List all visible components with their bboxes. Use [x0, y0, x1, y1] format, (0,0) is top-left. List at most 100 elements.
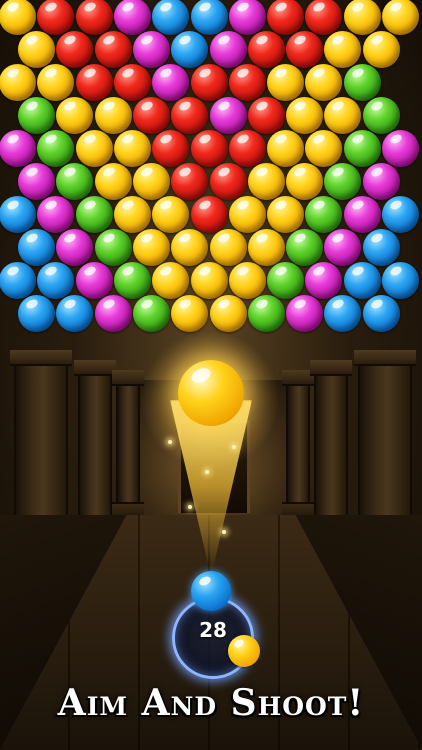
bubble: [190, 196, 228, 233]
bubble: [75, 0, 113, 35]
bubble: [18, 97, 55, 134]
bubble: [267, 130, 305, 167]
bubble: [132, 229, 170, 266]
bubble: [18, 295, 55, 332]
bubble: [56, 295, 94, 332]
bubble: [324, 295, 362, 332]
bubble: [152, 196, 190, 233]
bubble: [324, 229, 362, 266]
bubble: [94, 31, 132, 68]
bubble: [94, 295, 132, 332]
bubble: [382, 0, 419, 35]
bubble: [305, 130, 343, 167]
bubble: [0, 64, 36, 101]
sparkle: [232, 445, 236, 449]
bubble: [305, 196, 343, 233]
bubble-grid[interactable]: [0, 0, 422, 380]
bubble: [286, 97, 324, 134]
bubble: [209, 295, 247, 332]
bubble: [343, 196, 381, 233]
bubble: [247, 97, 285, 134]
sparkle: [222, 530, 226, 534]
bubble: [56, 31, 94, 68]
bubble: [362, 295, 400, 332]
temple-pillar: [310, 360, 352, 540]
bubble: [343, 64, 381, 101]
bubble: [247, 295, 285, 332]
bubble: [75, 64, 113, 101]
bubble: [382, 262, 419, 299]
bubble: [75, 130, 113, 167]
bubble: [190, 64, 228, 101]
bubble: [152, 64, 190, 101]
bubble: [247, 163, 285, 200]
bubble: [113, 130, 151, 167]
bubble: [267, 0, 305, 35]
temple-pillar: [112, 370, 144, 520]
bubble: [113, 196, 151, 233]
bubble: [37, 64, 75, 101]
bubble: [209, 97, 247, 134]
temple-pillar: [282, 370, 314, 520]
bubble: [56, 97, 94, 134]
bubble: [132, 295, 170, 332]
bubble: [286, 295, 324, 332]
bubble: [171, 229, 209, 266]
bubble: [305, 262, 343, 299]
bubble: [247, 229, 285, 266]
temple-pillar: [74, 360, 116, 540]
bubble: [267, 262, 305, 299]
bubble: [171, 97, 209, 134]
bubble: [324, 97, 362, 134]
bubble: [209, 229, 247, 266]
bubble: [190, 262, 228, 299]
bubble: [267, 64, 305, 101]
bubble: [228, 130, 266, 167]
sparkle: [188, 505, 192, 509]
bubble: [362, 163, 400, 200]
bubble: [18, 163, 55, 200]
bubble: [94, 97, 132, 134]
bubble: [171, 31, 209, 68]
bubble: [362, 97, 400, 134]
bubble: [152, 130, 190, 167]
next-bubble[interactable]: [228, 635, 260, 667]
bubble: [0, 0, 36, 35]
bubble: [286, 163, 324, 200]
bubble: [209, 31, 247, 68]
bubble: [37, 262, 75, 299]
bubble: [75, 262, 113, 299]
bubble: [228, 64, 266, 101]
bubble: [113, 64, 151, 101]
bubble: [305, 64, 343, 101]
bubble: [18, 31, 55, 68]
bubble: [132, 97, 170, 134]
bubble: [209, 163, 247, 200]
bubble: [113, 0, 151, 35]
game-scene[interactable]: 28 Aim And Shoot!: [0, 0, 422, 750]
bubble: [94, 229, 132, 266]
bubble: [343, 262, 381, 299]
bubble: [94, 163, 132, 200]
bubble: [228, 0, 266, 35]
bubble: [324, 31, 362, 68]
shot-bubble: [178, 360, 244, 426]
bubble: [171, 295, 209, 332]
bubble: [132, 31, 170, 68]
bubble: [190, 0, 228, 35]
current-bubble[interactable]: [191, 571, 231, 611]
bubble: [267, 196, 305, 233]
bubble: [305, 0, 343, 35]
bubble: [132, 163, 170, 200]
sparkle: [205, 470, 209, 474]
bubble: [382, 196, 419, 233]
bubble: [228, 196, 266, 233]
bubble: [343, 130, 381, 167]
sparkle: [168, 440, 172, 444]
bubble: [286, 31, 324, 68]
bubble: [190, 130, 228, 167]
bubble: [286, 229, 324, 266]
bubble: [0, 262, 36, 299]
bubble: [56, 229, 94, 266]
bubble: [247, 31, 285, 68]
